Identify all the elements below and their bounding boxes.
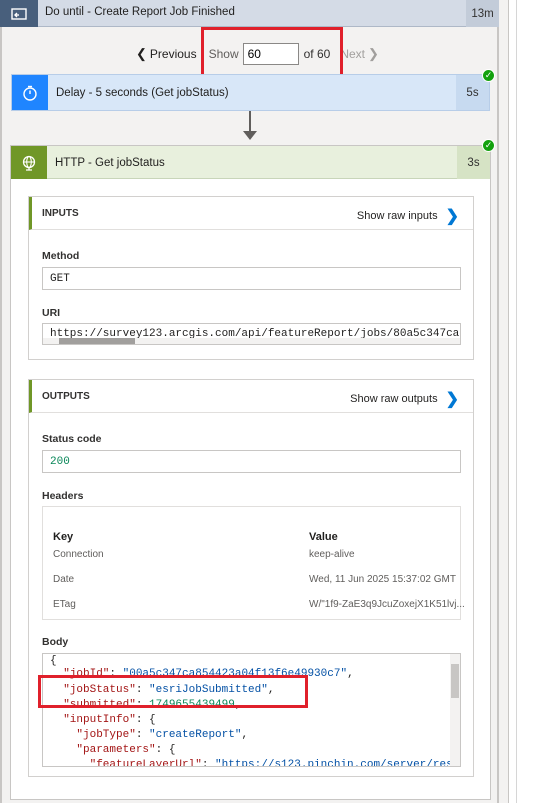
next-label: Next	[340, 47, 366, 61]
header-key: Date	[53, 574, 75, 585]
code-brace: {	[149, 714, 156, 726]
delay-title: Delay - 5 seconds (Get jobStatus)	[56, 87, 229, 99]
code-line: "jobType": "createReport",	[76, 729, 249, 741]
value-column-header: Value	[309, 531, 338, 543]
outputs-section: OUTPUTS Show raw outputs ❯ Status code 2…	[28, 379, 474, 777]
header-value: Wed, 11 Jun 2025 15:37:02 GMT	[309, 574, 456, 585]
json-key: "featureLayerUrl"	[89, 759, 202, 767]
body-scrollbar[interactable]	[450, 654, 460, 766]
chevron-right-icon: ❯	[445, 208, 459, 225]
json-key: "parameters"	[76, 744, 156, 756]
method-field[interactable]: GET	[42, 267, 461, 290]
header-key: ETag	[53, 599, 76, 610]
show-raw-outputs-link[interactable]: Show raw outputs ❯	[350, 389, 459, 409]
next-button[interactable]: Next ❯	[340, 46, 379, 62]
http-action-header[interactable]: HTTP - Get jobStatus 3s	[11, 146, 490, 179]
code-brace: {	[50, 655, 57, 667]
code-brace: {	[168, 744, 176, 756]
code-line: "featureLayerUrl": "https://s123.pinchin…	[50, 759, 460, 767]
scrollbar-thumb[interactable]	[59, 338, 135, 344]
body-code-viewer[interactable]: { "jobId": "00a5c347ca854423a04f13f6e499…	[42, 653, 461, 767]
arrow-down-icon	[243, 131, 257, 140]
chevron-left-icon: ❮	[136, 46, 147, 61]
timer-icon	[12, 75, 48, 110]
body-label: Body	[42, 636, 69, 648]
show-raw-inputs-link[interactable]: Show raw inputs ❯	[357, 206, 459, 226]
do-until-title: Do until - Create Report Job Finished	[45, 6, 235, 18]
inputs-label: INPUTS	[42, 208, 79, 219]
headers-table: Key Value Connection keep-alive Date Wed…	[42, 506, 465, 620]
globe-icon	[11, 146, 47, 179]
inputs-header: INPUTS Show raw inputs ❯	[29, 197, 473, 230]
previous-label: Previous	[149, 47, 197, 61]
status-code-label: Status code	[42, 433, 102, 445]
right-gutter	[509, 0, 539, 803]
status-code-field[interactable]: 200	[42, 450, 461, 473]
chevron-right-icon: ❯	[445, 391, 459, 408]
scrollbar-thumb[interactable]	[451, 664, 459, 698]
uri-label: URI	[42, 307, 61, 319]
headers-label: Headers	[42, 490, 84, 502]
gutter-line	[516, 0, 517, 803]
chevron-right-icon: ❯	[368, 46, 379, 61]
code-line: {	[50, 655, 57, 667]
delay-action-card[interactable]: Delay - 5 seconds (Get jobStatus) 5s	[11, 74, 490, 111]
previous-button[interactable]: ❮ Previous	[136, 46, 197, 62]
uri-scrollbar[interactable]	[43, 338, 460, 344]
http-title: HTTP - Get jobStatus	[55, 157, 165, 169]
show-raw-inputs-label: Show raw inputs	[356, 210, 438, 222]
outputs-label: OUTPUTS	[42, 391, 90, 402]
loop-icon	[0, 0, 38, 27]
inputs-section: INPUTS Show raw inputs ❯ Method GET URI …	[28, 196, 474, 360]
outputs-header: OUTPUTS Show raw outputs ❯	[29, 380, 473, 413]
header-value: W/"1f9-ZaE3q9JcuZoxejX1K51lvj...	[309, 599, 465, 610]
highlight-annotation	[38, 675, 308, 708]
do-until-duration: 13m	[466, 0, 499, 27]
success-check-icon: ✓	[482, 139, 495, 152]
code-line: "parameters": {	[76, 744, 176, 756]
code-line: "inputInfo": {	[63, 714, 156, 726]
json-key: "inputInfo"	[63, 714, 136, 726]
key-column-header: Key	[53, 531, 74, 543]
header-key: Connection	[53, 549, 104, 560]
do-until-header[interactable]: Do until - Create Report Job Finished 13…	[0, 0, 499, 27]
json-value: "createReport"	[149, 729, 242, 741]
json-value: "https://s123.pinchin.com/server/rest/se…	[215, 759, 460, 767]
header-value: keep-alive	[309, 549, 355, 560]
show-raw-outputs-label: Show raw outputs	[350, 393, 438, 405]
success-check-icon: ✓	[482, 69, 495, 82]
method-label: Method	[42, 250, 80, 262]
json-key: "jobType"	[76, 729, 136, 741]
